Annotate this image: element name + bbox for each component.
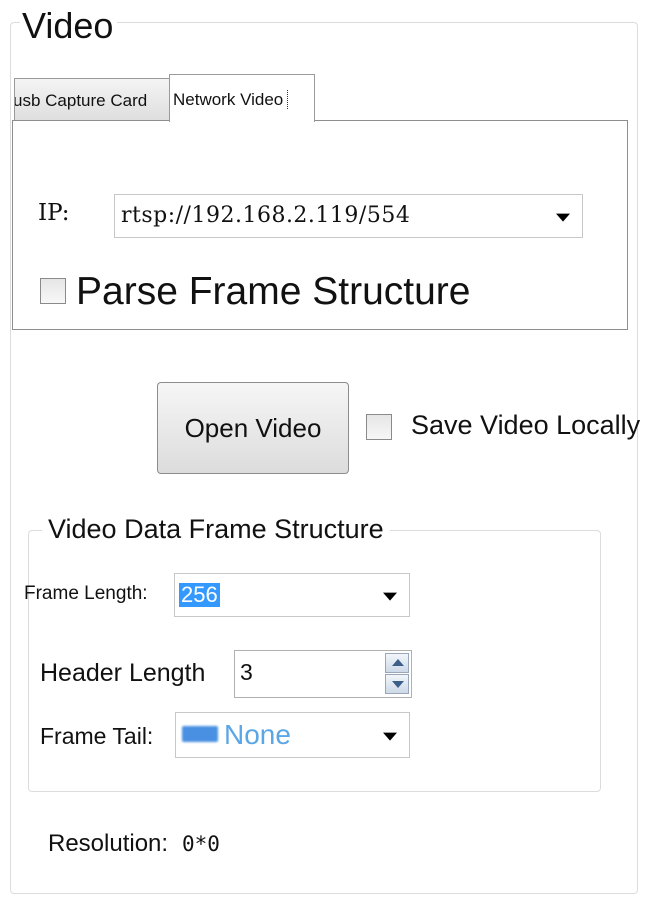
color-swatch-icon [182,726,218,742]
ip-label: IP: [38,200,70,226]
spin-down-button[interactable] [385,674,409,694]
tab-network-video-label: Network Video [173,90,289,109]
save-video-locally-label[interactable]: Save Video Locally [411,410,640,441]
header-length-value: 3 [240,659,253,685]
tab-usb-capture-card[interactable]: usb Capture Card [14,78,170,122]
tab-network-video[interactable]: Network Video [169,74,315,122]
ip-address-value: rtsp://192.168.2.119/554 [121,203,411,228]
ip-address-dropdown[interactable]: rtsp://192.168.2.119/554 [114,194,583,238]
spin-up-icon [392,659,404,666]
video-panel: Video usb Capture Card Network Video IP:… [0,0,657,903]
frame-length-value: 256 [179,582,220,607]
dropdown-arrow-icon[interactable] [556,213,570,222]
spin-up-button[interactable] [385,653,409,673]
resolution-value: 0*0 [182,832,220,856]
spin-down-icon [392,681,404,688]
tab-usb-capture-card-label: usb Capture Card [14,91,148,110]
resolution-label: Resolution: [48,830,169,857]
frame-tail-label: Frame Tail: [40,723,154,749]
spin-buttons [385,653,409,695]
header-length-spinbox[interactable]: 3 [234,650,412,698]
dropdown-arrow-icon[interactable] [383,732,397,741]
parse-frame-structure-checkbox[interactable] [40,278,66,304]
frame-length-label: Frame Length: [24,583,148,604]
frame-tail-value: None [224,719,291,750]
frame-tail-dropdown[interactable]: None [175,712,410,758]
video-group-title: Video [20,4,118,48]
dropdown-arrow-icon[interactable] [383,592,397,601]
open-video-button[interactable]: Open Video [157,382,349,474]
parse-frame-structure-label[interactable]: Parse Frame Structure [76,270,470,314]
header-length-label: Header Length [40,659,206,687]
frame-length-dropdown[interactable]: 256 [174,573,410,617]
frame-structure-title: Video Data Frame Structure [42,512,390,546]
save-video-locally-checkbox[interactable] [366,414,392,440]
